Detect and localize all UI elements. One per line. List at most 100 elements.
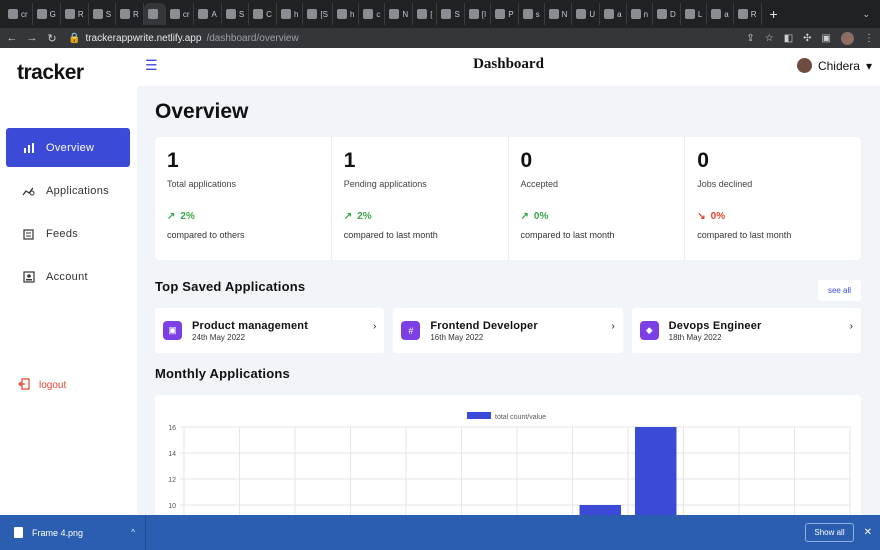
browser-tab-label: N: [561, 9, 568, 19]
stat-label: Pending applications: [343, 179, 427, 189]
share-icon[interactable]: ⇪: [746, 33, 754, 44]
browser-tab-label: [I: [481, 9, 487, 19]
stat-pending-applications: 1 Pending applications ↗ 2% compared to l…: [332, 137, 509, 260]
browser-tab[interactable]: n: [627, 3, 654, 25]
tab-search-icon[interactable]: ⌄: [862, 9, 870, 20]
back-icon[interactable]: ←: [6, 32, 18, 44]
sidepanel-icon[interactable]: ▣: [822, 33, 831, 44]
browser-tab[interactable]: U: [572, 3, 601, 25]
favicon-icon: [389, 9, 400, 19]
arrow-up-right-icon: ↗: [167, 211, 176, 222]
browser-tab-label: R: [133, 9, 139, 19]
feeds-icon: [22, 227, 36, 241]
kebab-menu-icon[interactable]: ⋮: [864, 33, 874, 44]
new-tab-button[interactable]: +: [762, 6, 786, 22]
saved-application-card[interactable]: ◆ Devops Engineer 18th May 2022 ›: [631, 308, 861, 353]
close-icon[interactable]: ✕: [864, 527, 872, 538]
browser-tab[interactable]: R: [61, 3, 89, 25]
browser-tab[interactable]: [I: [465, 3, 492, 25]
trend-search-icon: [22, 184, 36, 198]
browser-tab[interactable]: R: [116, 3, 144, 25]
browser-tab-label: R: [750, 9, 757, 19]
main-content: Overview 1 Total applications ↗ 2% compar…: [137, 86, 880, 525]
browser-tab[interactable]: G: [33, 3, 61, 25]
forward-icon[interactable]: →: [26, 32, 38, 44]
sidebar-item-overview[interactable]: Overview: [6, 128, 130, 167]
app-logo[interactable]: tracker: [17, 61, 84, 85]
user-menu[interactable]: Chidera ▾: [796, 58, 872, 73]
browser-tab-label: cr: [182, 9, 190, 19]
favicon-icon: [307, 9, 318, 19]
browser-tab[interactable]: D: [653, 3, 681, 25]
chart-bar: [635, 427, 677, 525]
browser-tab-label: [: [430, 9, 433, 19]
browser-tab[interactable]: [S: [303, 3, 333, 25]
y-tick-label: 14: [168, 451, 176, 458]
download-item[interactable]: Frame 4.png ^: [0, 515, 146, 550]
sidebar-item-account[interactable]: Account: [6, 257, 130, 296]
caret-down-icon: ▾: [865, 58, 872, 73]
browser-tab[interactable]: h: [333, 3, 360, 25]
browser-tab-label: h: [349, 9, 355, 19]
browser-tab[interactable]: cr: [4, 3, 33, 25]
browser-tab[interactable]: C: [249, 3, 277, 25]
browser-tab[interactable]: N: [545, 3, 573, 25]
stat-percentage-value: 0%: [533, 211, 549, 222]
extension-icon[interactable]: ◧: [784, 33, 793, 44]
stat-compare: compared to others: [167, 230, 245, 240]
bookmark-star-icon[interactable]: ☆: [765, 33, 774, 44]
see-all-button[interactable]: see all: [818, 280, 861, 301]
browser-tab-label: R: [77, 9, 84, 19]
legend-swatch: [467, 412, 491, 419]
stat-label: Accepted: [520, 179, 559, 189]
browser-tab[interactable]: s: [519, 3, 545, 25]
favicon-icon: [522, 9, 533, 19]
favicon-icon: [336, 9, 347, 19]
browser-tab[interactable]: a: [707, 3, 734, 25]
saved-application-card[interactable]: # Frontend Developer 16th May 2022 ›: [393, 308, 623, 353]
browser-tab[interactable]: [: [413, 3, 438, 25]
browser-tab-label: h: [293, 9, 299, 19]
browser-tab[interactable]: c: [359, 3, 386, 25]
url-field[interactable]: 🔒 trackerappwrite.netlify.app/dashboard/…: [68, 33, 299, 44]
stat-value: 1: [343, 149, 356, 172]
browser-tab[interactable]: [143, 3, 166, 25]
stat-label: Jobs declined: [697, 179, 753, 189]
puzzle-icon[interactable]: ✣: [803, 33, 811, 44]
browser-address-bar: ← → ↻ 🔒 trackerappwrite.netlify.app/dash…: [0, 28, 880, 48]
browser-tab-label: c: [376, 9, 381, 19]
chevron-right-icon: ›: [849, 321, 853, 332]
browser-tab[interactable]: cr: [166, 3, 195, 25]
logout-button[interactable]: logout: [18, 378, 66, 393]
profile-avatar[interactable]: [841, 31, 854, 45]
browser-tab[interactable]: R: [734, 3, 762, 25]
stat-percentage-value: 2%: [180, 211, 195, 222]
browser-tab-label: L: [697, 9, 703, 19]
reload-icon[interactable]: ↻: [46, 32, 58, 45]
saved-application-card[interactable]: ▣ Product management 24th May 2022 ›: [155, 308, 385, 353]
stat-value: 0: [697, 149, 709, 172]
browser-tab[interactable]: a: [600, 3, 627, 25]
sidebar-item-applications[interactable]: Applications: [6, 171, 130, 210]
browser-tab[interactable]: L: [681, 3, 708, 25]
browser-tab[interactable]: N: [385, 3, 414, 25]
browser-tab[interactable]: S: [89, 3, 117, 25]
browser-tab[interactable]: S: [222, 3, 250, 25]
chevron-up-icon[interactable]: ^: [131, 528, 135, 537]
browser-tab-label: a: [724, 9, 729, 19]
stat-compare: compared to last month: [520, 230, 615, 240]
stat-percentage: ↗ 2%: [344, 211, 496, 222]
browser-tab[interactable]: S: [437, 3, 465, 25]
chevron-right-icon: ›: [372, 321, 377, 332]
saved-applications-list: ▣ Product management 24th May 2022 › # F…: [155, 308, 861, 353]
show-all-button[interactable]: Show all: [805, 523, 854, 542]
browser-tab[interactable]: A: [194, 3, 222, 25]
download-file-name: Frame 4.png: [32, 527, 84, 538]
sidebar-item-feeds[interactable]: Feeds: [6, 214, 130, 253]
favicon-icon: [120, 9, 131, 19]
browser-tab[interactable]: h: [277, 3, 304, 25]
browser-tab-label: S: [238, 9, 245, 19]
bar-chart-icon: [22, 141, 36, 155]
legend-label: total count/value: [495, 414, 546, 421]
browser-tab[interactable]: P: [491, 3, 519, 25]
